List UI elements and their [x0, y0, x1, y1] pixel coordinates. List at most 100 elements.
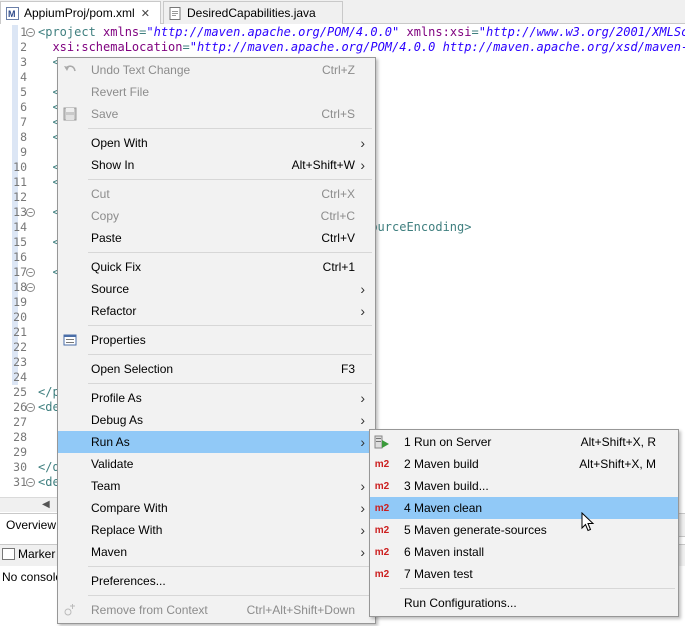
tab-desired-capabilities[interactable]: DesiredCapabilities.java	[163, 1, 343, 24]
shortcut-label: F3	[340, 362, 355, 376]
menu-item-source[interactable]: Source ›	[58, 278, 375, 300]
line-number: 10	[13, 160, 27, 174]
menu-item-5-maven-generate-sources[interactable]: m2 5 Maven generate-sources	[370, 519, 678, 541]
menu-item-label: Save	[91, 107, 119, 121]
line-number: 25	[13, 385, 27, 399]
shortcut-label: Alt+Shift+W	[291, 158, 355, 172]
fold-toggle-icon[interactable]: −	[26, 283, 35, 292]
line-number: 21	[13, 325, 27, 339]
menu-item-label: Maven	[91, 545, 128, 559]
code-token: "http://www.w3.org/2001/XMLSche	[478, 25, 685, 39]
line-number: 23	[13, 355, 27, 369]
menu-item-label: Open Selection	[91, 362, 174, 376]
shortcut-label: Ctrl+V	[321, 231, 355, 245]
tab-desired-capabilities-label: DesiredCapabilities.java	[187, 6, 316, 20]
menu-item-label: Show In	[91, 158, 135, 172]
line-number: 11	[13, 175, 27, 189]
menu-item-label: Properties	[91, 333, 146, 347]
menu-item-2-maven-build[interactable]: m2 2 Maven build Alt+Shift+X, M	[370, 453, 678, 475]
tab-markers[interactable]: Marker	[0, 547, 55, 561]
editor-context-menu: Undo Text Change Ctrl+Z Revert File Save Ctr…	[57, 57, 376, 624]
menu-item-label: Cut	[91, 187, 110, 201]
menu-item-cut[interactable]: Cut Ctrl+X	[58, 183, 375, 205]
fold-toggle-icon[interactable]: −	[26, 208, 35, 217]
maven-badge: m2	[374, 568, 390, 580]
menu-item-replace-with[interactable]: Replace With ›	[58, 519, 375, 541]
menu-item-6-maven-install[interactable]: m2 6 Maven install	[370, 541, 678, 563]
menu-item-remove-from-context[interactable]: Remove from Context Ctrl+Alt+Shift+Down	[58, 599, 375, 621]
code-text: xsi:schemaLocation="http://maven.apache.…	[38, 40, 685, 55]
menu-item-maven[interactable]: Maven ›	[58, 541, 375, 563]
markers-tab-label: Marker	[18, 547, 56, 561]
maven-badge: m2	[374, 524, 390, 536]
fold-toggle-icon[interactable]: −	[26, 268, 35, 277]
java-file-icon	[168, 6, 182, 20]
tab-pom-xml[interactable]: M AppiumProj/pom.xml ✕	[0, 1, 161, 24]
menu-item-run-as[interactable]: Run As ›	[58, 431, 375, 453]
tab-overview[interactable]: Overview	[0, 514, 64, 537]
line-number: 18	[13, 280, 27, 294]
remove-context-icon	[62, 602, 78, 618]
line-number: 13	[13, 205, 27, 219]
menu-item-profile-as[interactable]: Profile As ›	[58, 387, 375, 409]
menu-item-copy[interactable]: Copy Ctrl+C	[58, 205, 375, 227]
menu-item-refactor[interactable]: Refactor ›	[58, 300, 375, 322]
run-as-submenu: 1 Run on Server Alt+Shift+X, R m2 2 Maven b…	[369, 429, 679, 617]
menu-item-label: Run As	[91, 435, 130, 449]
menu-item-open-selection[interactable]: Open Selection F3	[58, 358, 375, 380]
menu-item-preferences[interactable]: Preferences...	[58, 570, 375, 592]
menu-item-team[interactable]: Team ›	[58, 475, 375, 497]
menu-item-3-maven-build[interactable]: m2 3 Maven build...	[370, 475, 678, 497]
menu-item-label: Debug As	[91, 413, 144, 427]
fold-toggle-icon[interactable]: −	[26, 403, 35, 412]
line-number: 20	[13, 310, 27, 324]
menu-item-paste[interactable]: Paste Ctrl+V	[58, 227, 375, 249]
menu-separator	[88, 595, 372, 596]
scroll-left-icon[interactable]: ◀	[42, 499, 50, 510]
svg-text:M: M	[8, 9, 16, 19]
menu-item-label: 7 Maven test	[404, 567, 473, 581]
menu-item-quick-fix[interactable]: Quick Fix Ctrl+1	[58, 256, 375, 278]
code-token: <project	[38, 25, 104, 39]
maven-file-icon: M	[5, 6, 19, 20]
menu-item-save[interactable]: Save Ctrl+S	[58, 103, 375, 125]
shortcut-label: Ctrl+C	[320, 209, 355, 223]
menu-item-debug-as[interactable]: Debug As ›	[58, 409, 375, 431]
menu-item-revert-file[interactable]: Revert File	[58, 81, 375, 103]
menu-item-label: Paste	[91, 231, 122, 245]
menu-item-show-in[interactable]: Show In Alt+Shift+W ›	[58, 154, 375, 176]
shortcut-label: Ctrl+X	[321, 187, 355, 201]
chevron-right-icon: ›	[360, 412, 365, 428]
menu-item-run-configurations[interactable]: Run Configurations...	[370, 592, 678, 614]
chevron-right-icon: ›	[360, 390, 365, 406]
line-number: 8	[20, 130, 27, 144]
menu-item-label: Source	[91, 282, 130, 296]
maven-m2-icon: m2	[374, 566, 390, 582]
menu-item-compare-with[interactable]: Compare With ›	[58, 497, 375, 519]
line-number: 24	[13, 370, 27, 384]
menu-item-open-with[interactable]: Open With ›	[58, 132, 375, 154]
properties-icon	[62, 332, 78, 348]
line-number: 3	[20, 55, 27, 69]
code-line: 2 xsi:schemaLocation="http://maven.apach…	[0, 40, 685, 55]
menu-item-properties[interactable]: Properties	[58, 329, 375, 351]
menu-separator	[400, 588, 675, 589]
close-tab-icon[interactable]: ✕	[141, 7, 150, 20]
menu-item-label: 1 Run on Server	[404, 435, 492, 449]
menu-item-validate[interactable]: Validate	[58, 453, 375, 475]
menu-item-7-maven-test[interactable]: m2 7 Maven test	[370, 563, 678, 585]
shortcut-label: Ctrl+Z	[322, 63, 355, 77]
fold-toggle-icon[interactable]: −	[26, 478, 35, 487]
menu-item-4-maven-clean[interactable]: m2 4 Maven clean	[370, 497, 678, 519]
maven-m2-icon: m2	[374, 522, 390, 538]
menu-item-1-run-on-server[interactable]: 1 Run on Server Alt+Shift+X, R	[370, 431, 678, 453]
line-number: 9	[20, 145, 27, 159]
fold-toggle-icon[interactable]: −	[26, 28, 35, 37]
menu-item-undo-text-change[interactable]: Undo Text Change Ctrl+Z	[58, 59, 375, 81]
menu-item-label: Compare With	[91, 501, 168, 515]
run-server-icon	[374, 434, 390, 450]
menu-separator	[88, 383, 372, 384]
menu-item-label: Quick Fix	[91, 260, 142, 274]
line-number: 7	[20, 115, 27, 129]
